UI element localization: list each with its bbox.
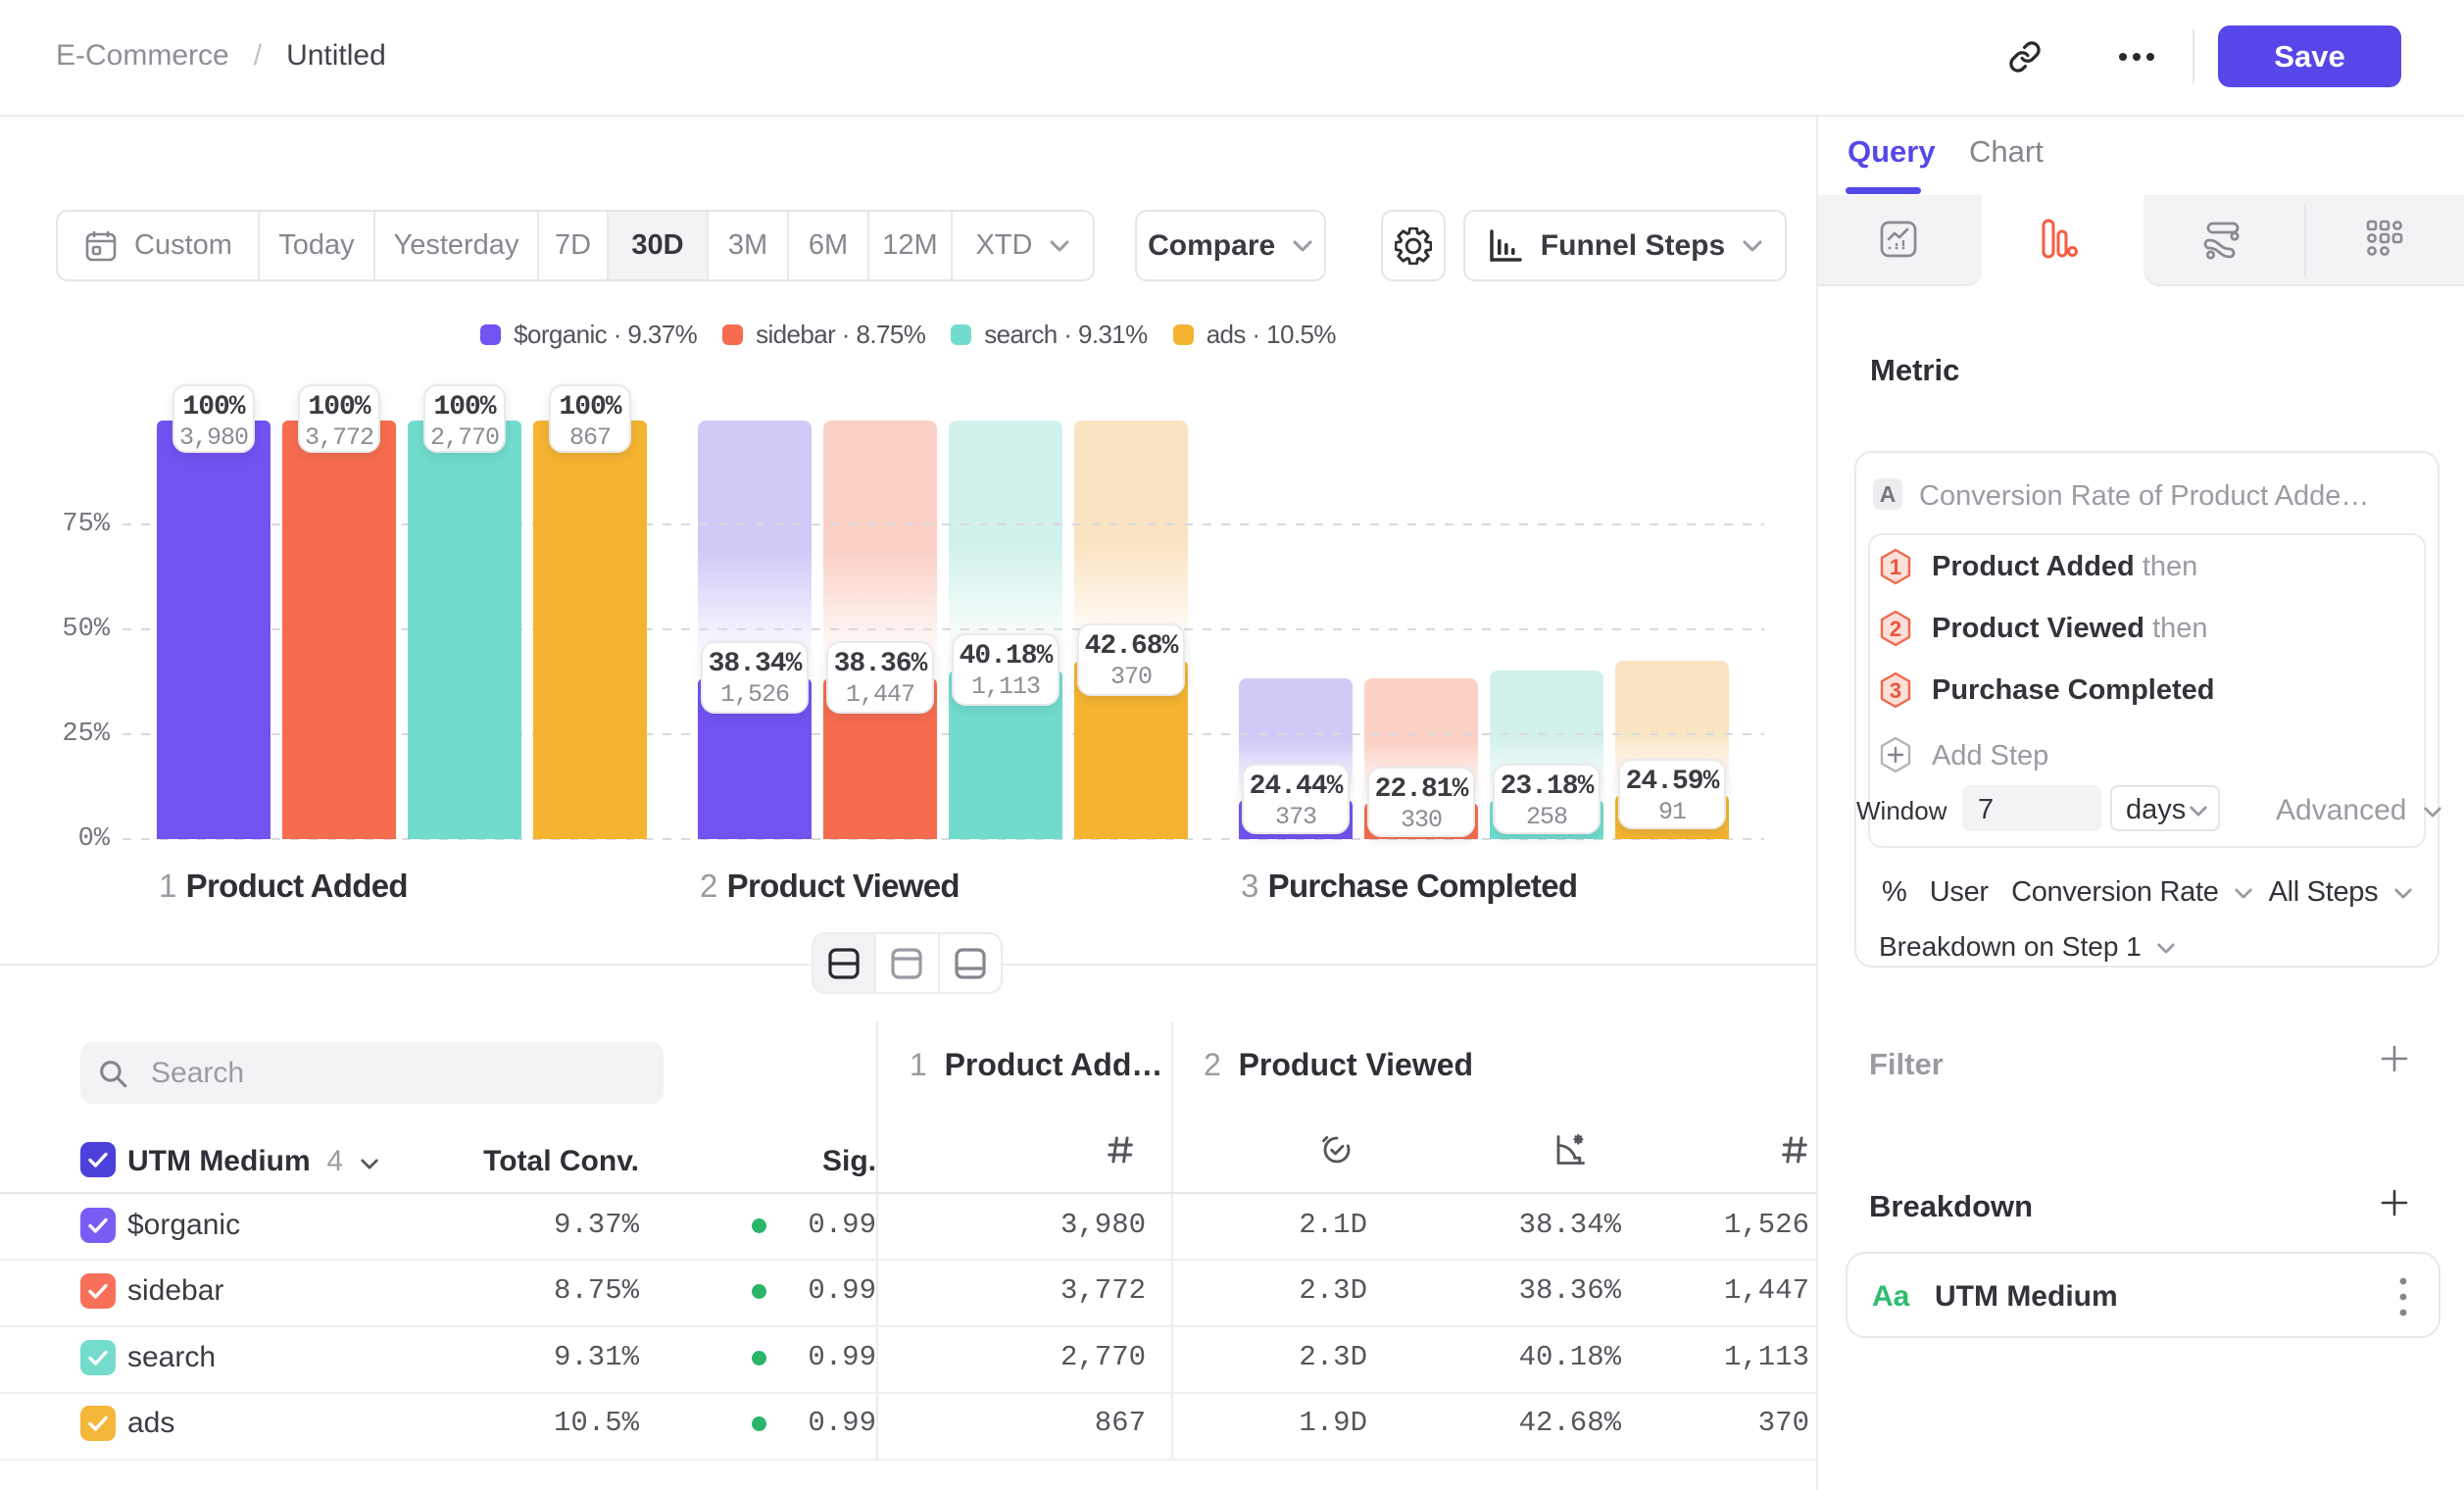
svg-text:2: 2 <box>1890 617 1901 641</box>
svg-text:1: 1 <box>1890 555 1901 579</box>
svg-text:3: 3 <box>1890 678 1901 703</box>
